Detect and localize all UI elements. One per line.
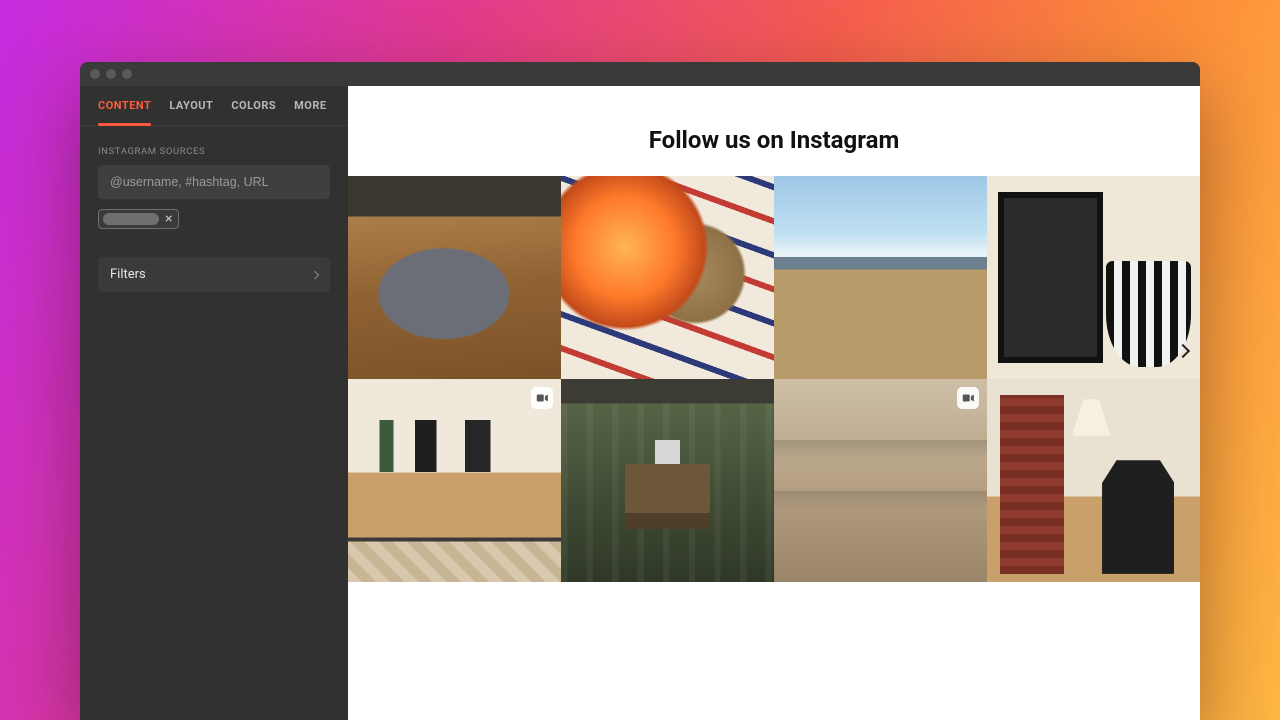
chevron-right-icon	[1176, 344, 1190, 358]
feed-item[interactable]	[987, 379, 1200, 582]
window-close-dot[interactable]	[90, 69, 100, 79]
source-chip-label	[103, 213, 159, 225]
tab-layout[interactable]: LAYOUT	[169, 86, 213, 125]
feed-item[interactable]	[561, 379, 774, 582]
next-arrow-button[interactable]	[1172, 340, 1194, 362]
feed-title: Follow us on Instagram	[348, 86, 1200, 176]
feed-item[interactable]	[774, 379, 987, 582]
tab-content[interactable]: CONTENT	[98, 86, 151, 125]
source-chip[interactable]: ×	[98, 209, 179, 229]
video-icon	[957, 387, 979, 409]
feed-item[interactable]	[348, 176, 561, 379]
app-window: CONTENT LAYOUT COLORS MORE INSTAGRAM SOU…	[80, 62, 1200, 720]
window-minimize-dot[interactable]	[106, 69, 116, 79]
window-titlebar	[80, 62, 1200, 86]
tab-colors[interactable]: COLORS	[231, 86, 276, 125]
feed-grid	[348, 176, 1200, 582]
filters-button[interactable]: Filters	[98, 257, 330, 292]
remove-source-icon[interactable]: ×	[165, 212, 172, 226]
source-input[interactable]	[98, 165, 330, 199]
preview-pane: Follow us on Instagram	[348, 86, 1200, 720]
feed-item[interactable]	[348, 379, 561, 582]
sidebar-tabs: CONTENT LAYOUT COLORS MORE	[80, 86, 348, 126]
feed-item[interactable]	[987, 176, 1200, 379]
sources-heading: INSTAGRAM SOURCES	[80, 126, 348, 165]
window-zoom-dot[interactable]	[122, 69, 132, 79]
feed-item[interactable]	[774, 176, 987, 379]
filters-label: Filters	[110, 267, 146, 282]
video-icon	[531, 387, 553, 409]
chevron-right-icon	[311, 270, 319, 278]
settings-sidebar: CONTENT LAYOUT COLORS MORE INSTAGRAM SOU…	[80, 86, 348, 720]
tab-more[interactable]: MORE	[294, 86, 326, 125]
feed-item[interactable]	[561, 176, 774, 379]
